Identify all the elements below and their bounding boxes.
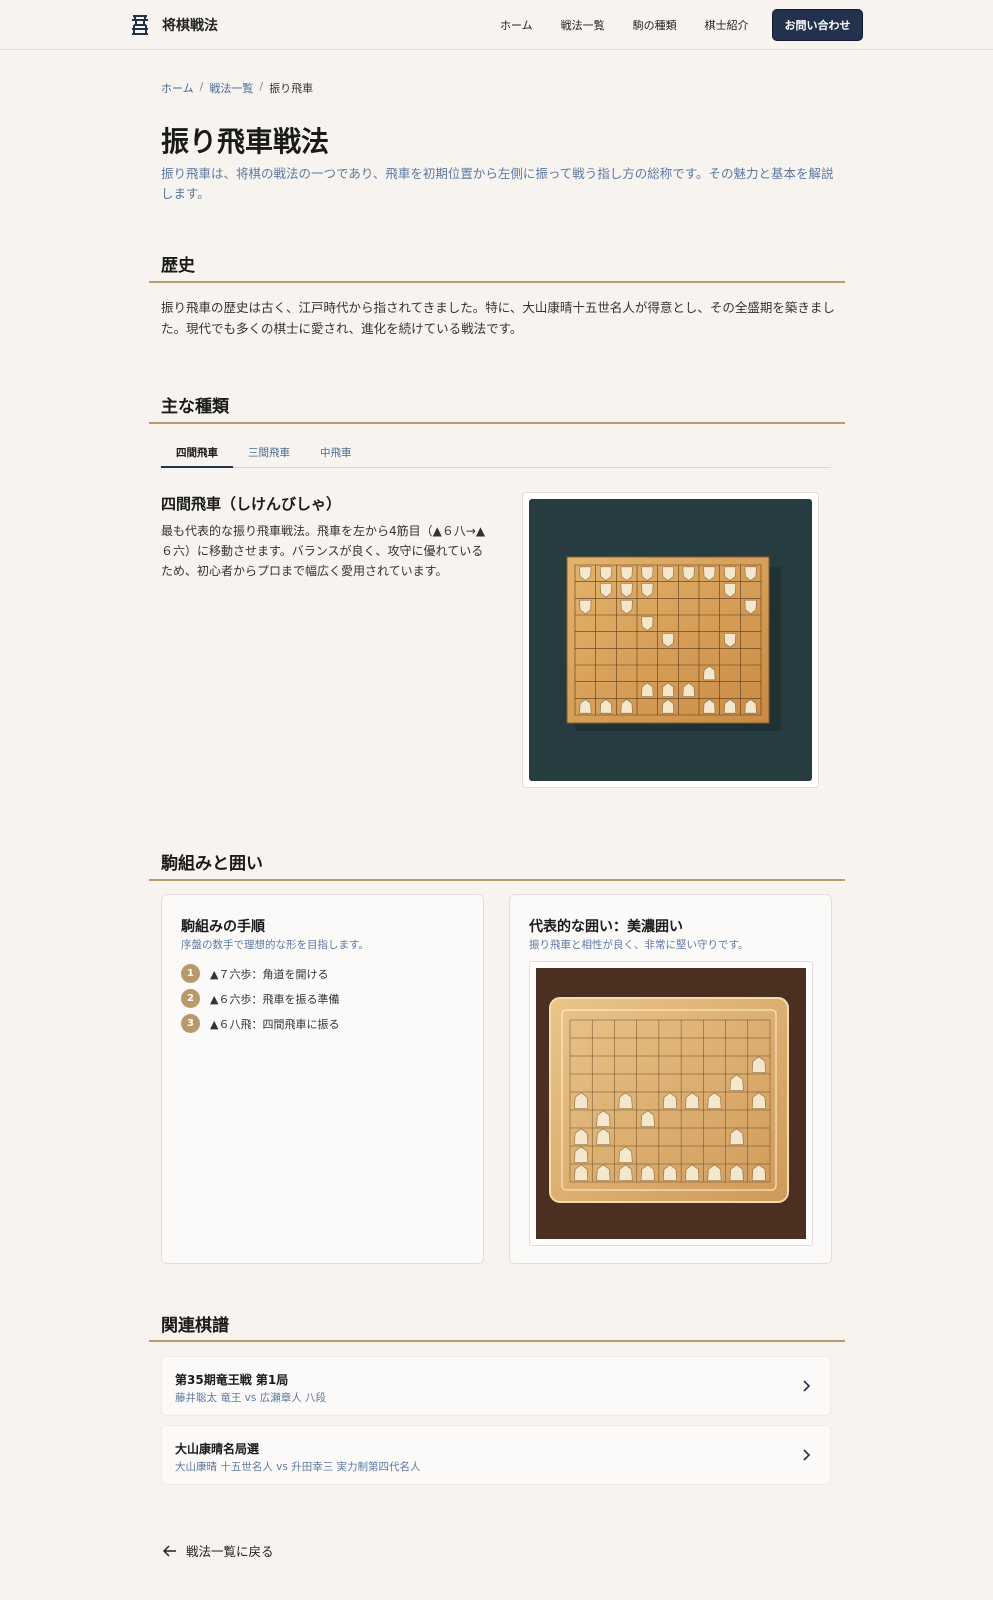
step-number-badge: 3 (181, 1014, 200, 1033)
step-item: 1 ▲７六歩：角道を開ける (181, 961, 339, 986)
back-to-list-link[interactable]: 戦法一覧に戻る (163, 1541, 274, 1560)
section-divider (149, 1340, 845, 1342)
breadcrumb-separator: / (199, 80, 204, 93)
game-players: 藤井聡太 竜王 vs 広瀬章人 八段 (175, 1392, 327, 1404)
step-item: 2 ▲６六歩：飛車を振る準備 (181, 986, 339, 1011)
site-name: 将棋戦法 (162, 18, 218, 34)
game-title: 大山康晴名局選 (175, 1442, 260, 1456)
main-nav: ホーム 戦法一覧 駒の種類 棋士紹介 (500, 17, 749, 33)
page-title: 振り飛車戦法 (161, 125, 330, 158)
shogi-board-illustration (566, 556, 781, 731)
step-number-badge: 1 (181, 964, 200, 983)
chevron-right-icon (803, 1449, 811, 1461)
steps-card-subtitle: 序盤の数手で理想的な形を目指します。 (181, 939, 369, 951)
step-text: ▲６六歩：飛車を振る準備 (210, 992, 340, 1006)
page-lead: 振り飛車は、将棋の戦法の一つであり、飛車を初期位置から左側に振って戦う指し方の総… (161, 166, 834, 201)
related-game-item[interactable]: 大山康晴名局選 大山康晴 十五世名人 vs 升田幸三 実力制第四代名人 (161, 1425, 831, 1485)
site-header: 将棋戦法 ホーム 戦法一覧 駒の種類 棋士紹介 お問い合わせ (0, 0, 993, 50)
breadcrumb: ホーム / 戦法一覧 / 振り飛車 (161, 80, 313, 96)
castle-card-title: 代表的な囲い：美濃囲い (529, 919, 683, 935)
step-text: ▲７六歩：角道を開ける (210, 967, 329, 981)
shikenbisha-board-image (522, 492, 819, 788)
step-text: ▲６八飛：四間飛車に振る (210, 1017, 340, 1031)
board-backdrop (536, 968, 806, 1239)
section-divider (149, 422, 845, 424)
related-game-item[interactable]: 第35期竜王戦 第1局 藤井聡太 竜王 vs 広瀬章人 八段 (161, 1356, 831, 1416)
section-title-formation: 駒組みと囲い (161, 854, 263, 874)
breadcrumb-separator: / (259, 80, 264, 93)
section-divider (149, 879, 845, 881)
section-title-history: 歴史 (161, 256, 195, 276)
section-title-types: 主な種類 (161, 397, 229, 417)
history-text: 振り飛車の歴史は古く、江戸時代から指されてきました。特に、大山康晴十五世名人が得… (161, 300, 835, 336)
chevron-right-icon (803, 1380, 811, 1392)
breadcrumb-current: 振り飛車 (269, 82, 314, 95)
castle-card-subtitle: 振り飛車と相性が良く、非常に堅い守りです。 (529, 939, 749, 951)
arrow-left-icon (163, 1544, 176, 1557)
breadcrumb-strategies[interactable]: 戦法一覧 (209, 80, 253, 96)
variant-title: 四間飛車（しけんびしゃ） (161, 495, 342, 513)
steps-card: 駒組みの手順 序盤の数手で理想的な形を目指します。 1 ▲７六歩：角道を開ける … (161, 894, 484, 1264)
step-list: 1 ▲７六歩：角道を開ける 2 ▲６六歩：飛車を振る準備 3 ▲６八飛：四間飛車… (181, 961, 339, 1036)
board-backdrop (529, 499, 812, 781)
shogi-piece-logo-icon (132, 15, 148, 35)
tab-nakabisha[interactable]: 中飛車 (305, 438, 367, 468)
castle-card: 代表的な囲い：美濃囲い 振り飛車と相性が良く、非常に堅い守りです。 (509, 894, 832, 1264)
mino-castle-board-image (529, 961, 813, 1246)
nav-players[interactable]: 棋士紹介 (705, 17, 749, 33)
steps-card-title: 駒組みの手順 (181, 919, 265, 935)
step-number-badge: 2 (181, 989, 200, 1008)
breadcrumb-home[interactable]: ホーム (161, 80, 194, 96)
tab-sangenbisha[interactable]: 三間飛車 (233, 438, 305, 468)
section-title-related: 関連棋譜 (161, 1316, 229, 1336)
game-title: 第35期竜王戦 第1局 (175, 1373, 289, 1387)
nav-strategies[interactable]: 戦法一覧 (561, 17, 605, 33)
site-logo[interactable]: 将棋戦法 (130, 14, 218, 36)
nav-home[interactable]: ホーム (500, 17, 533, 33)
game-players: 大山康晴 十五世名人 vs 升田幸三 実力制第四代名人 (175, 1461, 421, 1473)
shogi-board-illustration (549, 997, 789, 1203)
step-item: 3 ▲６八飛：四間飛車に振る (181, 1011, 339, 1036)
contact-button[interactable]: お問い合わせ (772, 9, 863, 41)
back-link-label: 戦法一覧に戻る (186, 1544, 274, 1559)
variant-tabs: 四間飛車 三間飛車 中飛車 (161, 438, 831, 468)
nav-pieces[interactable]: 駒の種類 (633, 17, 677, 33)
section-divider (149, 281, 845, 283)
tab-shikenbisha[interactable]: 四間飛車 (161, 438, 233, 468)
variant-description: 最も代表的な振り飛車戦法。飛車を左から4筋目（▲６八→▲６六）に移動させます。バ… (161, 524, 486, 578)
